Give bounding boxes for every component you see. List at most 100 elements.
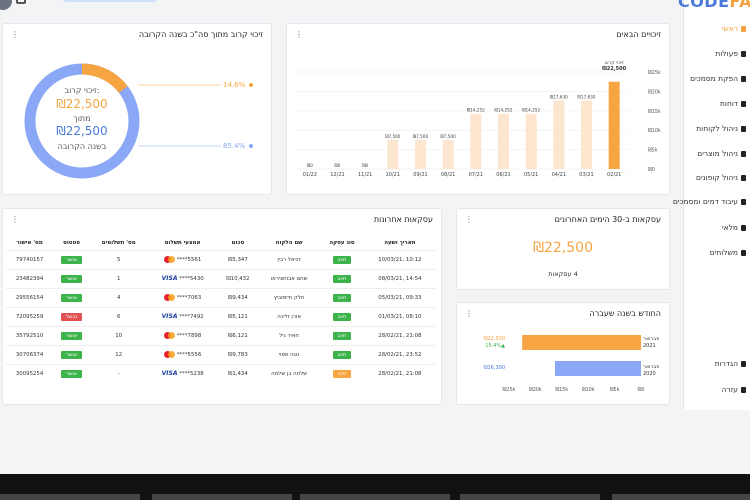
x-tick-label: 12/21 xyxy=(330,172,344,178)
menu-icon[interactable] xyxy=(16,0,26,4)
column-header[interactable]: סוג עסקה xyxy=(320,236,364,250)
card-number: ****7063 xyxy=(176,295,202,301)
row2-label-year: 2020 xyxy=(643,371,656,377)
bar-value-label: ₪17,630 xyxy=(550,95,568,100)
sidebar-item-label: ניהול מוצרים xyxy=(697,149,738,158)
x-tick-label: ₪20k xyxy=(529,387,542,393)
sidebar-item-documents[interactable]: הפקת מסמכים xyxy=(690,74,746,83)
cell-customer: חלק חיימוביץ xyxy=(258,287,321,307)
sidebar-item-help[interactable]: עזרה xyxy=(722,385,746,394)
bar xyxy=(470,113,482,169)
transactions-table: תאריך ושעה סוג עסקה שם הלקוח סכום אמצעי … xyxy=(6,236,436,383)
avatar[interactable] xyxy=(0,0,12,10)
type-badge: חיוב xyxy=(332,274,352,283)
table-row[interactable]: 28/02/21, 21:08 חיוב חאיר ניל ₪6,121 ****78… xyxy=(6,325,436,345)
sidebar-item-actions[interactable]: פעולות xyxy=(715,49,746,58)
bar xyxy=(387,139,399,169)
x-tick-label: ₪25k xyxy=(503,387,516,393)
bottom-tab[interactable] xyxy=(460,494,600,500)
x-tick-label: 08/21 xyxy=(441,172,455,178)
table-row[interactable]: 08/03/21, 14:54 חיוב שחם אבוחציראו ₪10,432 V… xyxy=(6,268,436,288)
card-number: ****7898 xyxy=(176,333,202,339)
bar-value-label: ₪7,500 xyxy=(385,134,401,139)
cell-customer: נונה אפוי xyxy=(258,344,321,364)
bottom-tab[interactable] xyxy=(152,494,292,500)
status-badge: אושר xyxy=(61,350,83,359)
row1-label-year: 2021 xyxy=(643,343,656,349)
bottom-tab[interactable] xyxy=(0,494,140,500)
column-header[interactable]: אמצעי תשלום xyxy=(147,236,217,250)
x-tick-label: ₪15k xyxy=(555,387,568,393)
sidebar-item-shipping[interactable]: משלוחים xyxy=(710,248,746,257)
cell-status: אושר xyxy=(53,268,91,288)
row1-change: 15.4%▲ xyxy=(485,343,505,349)
cell-auth: 79740157 xyxy=(6,249,54,269)
cell-payment-method: VISA ****5430 xyxy=(147,268,218,288)
sidebar-item-settings[interactable]: הגדרות xyxy=(715,359,746,368)
bar-value-label: ₪0 xyxy=(335,163,341,168)
cell-status: נכשל xyxy=(53,306,91,326)
more-menu-icon[interactable]: ⋮ xyxy=(11,216,19,224)
sidebar-item-processing[interactable]: עיבוד דמים ומסמכים xyxy=(673,197,746,206)
x-tick-label: 11/21 xyxy=(358,172,372,178)
month-last-year-card: החודש בשנה שעברה ⋮ ₪22,500 15.4%▲ ₪16,30… xyxy=(456,302,670,405)
more-menu-icon[interactable]: ⋮ xyxy=(465,216,473,224)
x-tick-label: ₪0 xyxy=(638,387,645,393)
cell-type: חיוב xyxy=(320,344,364,364)
logo[interactable]: CODEFA xyxy=(678,0,750,11)
sidebar-item-inventory[interactable]: מלאי xyxy=(722,223,746,232)
cell-payment-method: ****5561 xyxy=(147,249,218,269)
cell-type: חיוב xyxy=(320,268,364,288)
bar-value-label: ₪7,500 xyxy=(441,134,457,139)
x-tick-label: ₪5k xyxy=(610,387,620,393)
top-action-button[interactable] xyxy=(63,0,157,2)
x-tick-label: 10/21 xyxy=(386,172,400,178)
bottom-tab[interactable] xyxy=(612,494,750,500)
cell-auth: 23482394 xyxy=(6,268,54,288)
shipping-icon xyxy=(741,249,746,256)
sidebar-item-home[interactable]: ראשי xyxy=(722,24,746,33)
bottom-tab[interactable] xyxy=(300,494,450,500)
bar xyxy=(498,113,509,169)
table-header-row: תאריך ושעה סוג עסקה שם הלקוח סכום אמצעי … xyxy=(6,236,436,250)
report-icon xyxy=(741,100,746,107)
sidebar-item-customers[interactable]: ניהול לקוחות xyxy=(696,124,746,133)
mastercard-icon xyxy=(164,332,176,339)
table-row[interactable]: 28/02/21, 21:08 זיכוי שלחה בן שלמה ₪1,434 VI… xyxy=(6,363,436,383)
bar-value-label: ₪14,252 xyxy=(522,108,540,113)
row2-value: ₪16,300 xyxy=(484,365,505,371)
comparison-bar xyxy=(554,361,641,376)
column-header[interactable]: סטטוס xyxy=(53,236,90,250)
donut-value-2: ₪22,500 xyxy=(56,124,107,138)
bar-chart: זיכוי קרוב ₪22,500 ₪0₪5k₪10k₪15k₪20k₪25k… xyxy=(296,61,661,178)
top-bar xyxy=(0,0,680,12)
sidebar-item-coupons[interactable]: ניהול קופונים xyxy=(696,173,746,182)
sidebar-item-products[interactable]: ניהול מוצרים xyxy=(697,149,746,158)
column-header[interactable]: תאריך ושעה xyxy=(364,236,436,250)
column-header[interactable]: סכום xyxy=(218,236,258,250)
recent-total-value: ₪22,500 xyxy=(533,240,593,256)
cell-status: אושר xyxy=(53,363,91,383)
type-badge: חיוב xyxy=(332,312,352,321)
sidebar-item-reports[interactable]: דוחות xyxy=(720,99,746,108)
cell-date: 10/03/21, 10:12 xyxy=(363,249,436,269)
status-badge: אושר xyxy=(61,293,83,302)
visa-icon: VISA xyxy=(161,313,178,320)
donut-mid-label: מתוך xyxy=(73,114,90,123)
cell-customer: חאיר ניל xyxy=(258,325,321,345)
table-row[interactable]: 01/03/21, 08:10 חיוב אורן זליכה ₪5,121 VISA … xyxy=(6,306,436,326)
sidebar-item-label: ניהול קופונים xyxy=(695,173,738,182)
column-header[interactable]: שם הלקוח xyxy=(258,236,320,250)
table-row[interactable]: 05/03/21, 09:33 חיוב חלק חיימוביץ ₪9,434 **… xyxy=(6,287,436,307)
bar xyxy=(442,139,454,169)
bar xyxy=(553,100,565,169)
cell-customer: שלחה בן שלמה xyxy=(258,363,321,383)
column-header[interactable]: מס' אישור xyxy=(6,236,53,250)
cell-auth: 35792510 xyxy=(6,325,54,345)
table-row[interactable]: 10/03/21, 10:12 חיוב דניאל רבין ₪5,347 ****… xyxy=(6,249,436,269)
card-number: ****5238 xyxy=(179,371,204,378)
table-row[interactable]: 28/02/21, 23:52 חיוב נונה אפוי ₪9,783 ****5… xyxy=(6,344,436,364)
bottom-panel xyxy=(0,474,750,500)
column-header[interactable]: מס' תשלומים xyxy=(90,236,147,250)
donut-card: זיכוי קרוב מתוך סה"כ בשנה הקרובה ⋮ זיכוי… xyxy=(2,23,272,195)
